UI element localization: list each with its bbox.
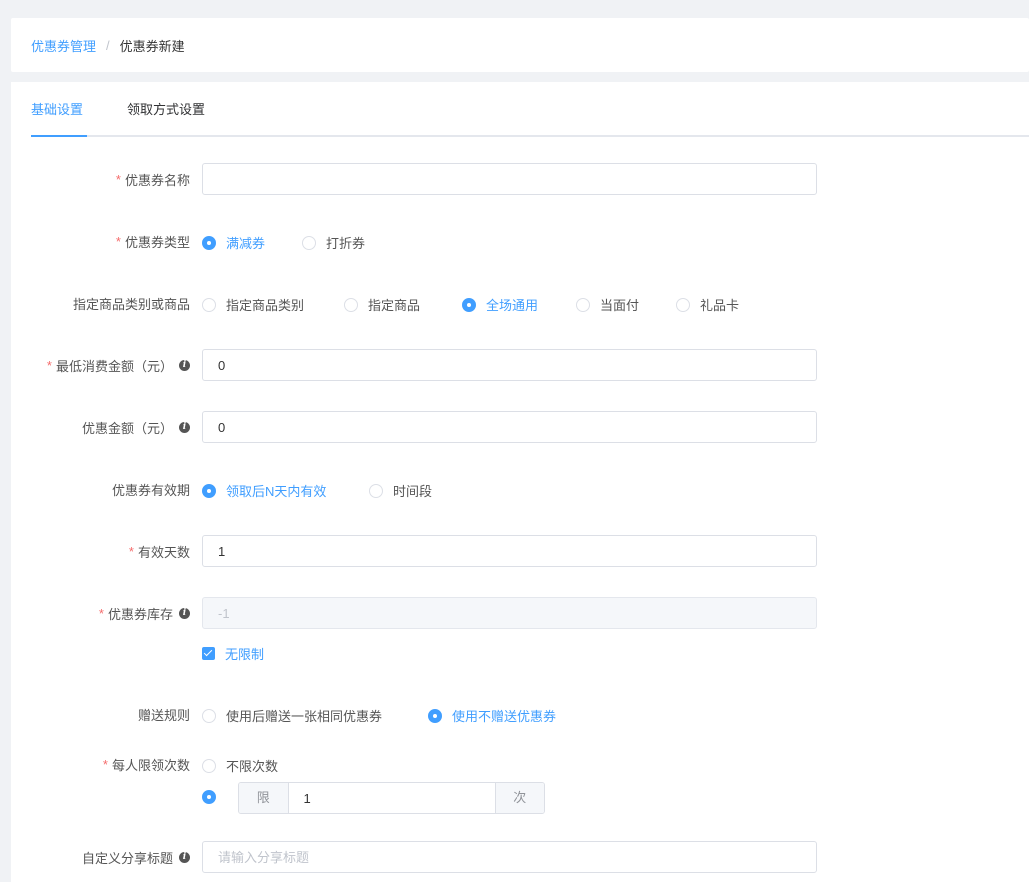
discount-amount-input[interactable]	[202, 411, 817, 443]
product-scope-label: 指定商品类别或商品	[72, 296, 190, 312]
form-row-gift-rule: 赠送规则 使用后赠送一张相同优惠券 使用不赠送优惠券	[11, 698, 1029, 730]
radio-circle	[344, 297, 358, 312]
tab-active-indicator	[31, 135, 87, 137]
limit-count-input-group: 限 次	[238, 782, 545, 814]
validity-label: 优惠券有效期	[111, 482, 190, 498]
info-icon[interactable]: i	[179, 851, 190, 863]
limit-prefix: 限	[239, 783, 289, 813]
valid-days-input[interactable]	[202, 535, 817, 567]
form-row-per-user-limit: * 每人限领次数 不限次数 限 次	[11, 748, 1029, 818]
info-icon[interactable]: i	[179, 359, 190, 371]
required-mark: *	[128, 543, 134, 559]
radio-circle	[302, 235, 316, 250]
radio-validity-n-days[interactable]: 领取后N天内有效	[202, 481, 326, 500]
min-amount-input[interactable]	[202, 349, 817, 381]
radio-limit-unlimited[interactable]: 不限次数	[202, 756, 278, 775]
radio-circle	[369, 483, 383, 498]
coupon-name-label: * 优惠券名称	[115, 171, 190, 188]
required-mark: *	[115, 233, 121, 249]
form-row-validity: 优惠券有效期 领取后N天内有效 时间段	[11, 473, 1029, 505]
radio-circle	[202, 235, 216, 250]
radio-scope-product[interactable]: 指定商品	[344, 295, 420, 314]
radio-scope-category[interactable]: 指定商品类别	[202, 295, 304, 314]
radio-circle	[202, 758, 216, 773]
breadcrumb-current: 优惠券新建	[119, 38, 185, 54]
form-row-min-amount: * 最低消费金额（元） i	[11, 349, 1029, 381]
breadcrumb: 优惠券管理 / 优惠券新建	[11, 18, 1029, 72]
radio-circle	[576, 297, 590, 312]
required-mark: *	[98, 605, 104, 621]
discount-amount-label: 优惠金额（元） i	[82, 411, 190, 443]
radio-circle	[428, 708, 442, 723]
radio-circle	[202, 483, 216, 498]
limit-count-input[interactable]	[288, 783, 495, 813]
checkbox-checked-icon	[202, 647, 215, 660]
form-row-coupon-type: * 优惠券类型 满减券 打折券	[11, 225, 1029, 257]
radio-circle	[202, 708, 216, 723]
coupon-name-input[interactable]	[202, 163, 817, 195]
radio-gift-none[interactable]: 使用不赠送优惠券	[428, 706, 556, 725]
form-row-product-scope: 指定商品类别或商品 指定商品类别 指定商品 全场通用 当面付 礼品卡	[11, 287, 1029, 319]
form-row-valid-days: * 有效天数	[11, 535, 1029, 567]
radio-scope-face-to-face[interactable]: 当面付	[576, 295, 639, 314]
radio-circle	[202, 790, 216, 804]
radio-limit-count[interactable]	[202, 790, 226, 804]
radio-validity-period[interactable]: 时间段	[369, 481, 432, 500]
per-user-limit-label: * 每人限领次数	[102, 756, 190, 773]
required-mark: *	[115, 171, 121, 187]
radio-circle	[202, 297, 216, 312]
required-mark: *	[102, 756, 108, 772]
limit-suffix: 次	[494, 783, 544, 813]
form-row-share-title: 自定义分享标题 i	[11, 841, 1029, 873]
radio-scope-all[interactable]: 全场通用	[462, 295, 538, 314]
main-card: 基础设置 领取方式设置 * 优惠券名称 * 优惠券类型 满减券 打折券 指定商品…	[11, 82, 1029, 882]
form-row-stock: * 优惠券库存 i 无限制	[11, 597, 1029, 667]
form-row-discount-amount: 优惠金额（元） i	[11, 411, 1029, 443]
radio-circle	[676, 297, 690, 312]
tab-bar: 基础设置 领取方式设置	[31, 82, 1029, 137]
form-row-coupon-name: * 优惠券名称	[11, 163, 1029, 195]
breadcrumb-separator: /	[106, 37, 110, 53]
stock-input	[202, 597, 817, 629]
radio-discount[interactable]: 打折券	[302, 233, 365, 252]
required-mark: *	[46, 357, 52, 373]
valid-days-label: * 有效天数	[128, 543, 190, 560]
radio-scope-gift-card[interactable]: 礼品卡	[676, 295, 739, 314]
breadcrumb-link-coupon-management[interactable]: 优惠券管理	[31, 36, 96, 55]
share-title-label: 自定义分享标题 i	[82, 841, 190, 873]
share-title-input[interactable]	[202, 841, 817, 873]
tab-basic-settings[interactable]: 基础设置	[31, 82, 83, 137]
tab-claim-method-settings[interactable]: 领取方式设置	[127, 82, 205, 137]
gift-rule-label: 赠送规则	[137, 707, 190, 723]
radio-full-reduction[interactable]: 满减券	[202, 233, 265, 252]
unlimited-checkbox[interactable]: 无限制	[202, 644, 264, 663]
min-amount-label: * 最低消费金额（元） i	[47, 349, 190, 381]
radio-gift-after-use[interactable]: 使用后赠送一张相同优惠券	[202, 706, 382, 725]
coupon-type-label: * 优惠券类型	[115, 233, 190, 250]
info-icon[interactable]: i	[179, 607, 190, 619]
stock-label: * 优惠券库存 i	[99, 597, 190, 629]
info-icon[interactable]: i	[179, 421, 190, 433]
radio-circle	[462, 297, 476, 312]
